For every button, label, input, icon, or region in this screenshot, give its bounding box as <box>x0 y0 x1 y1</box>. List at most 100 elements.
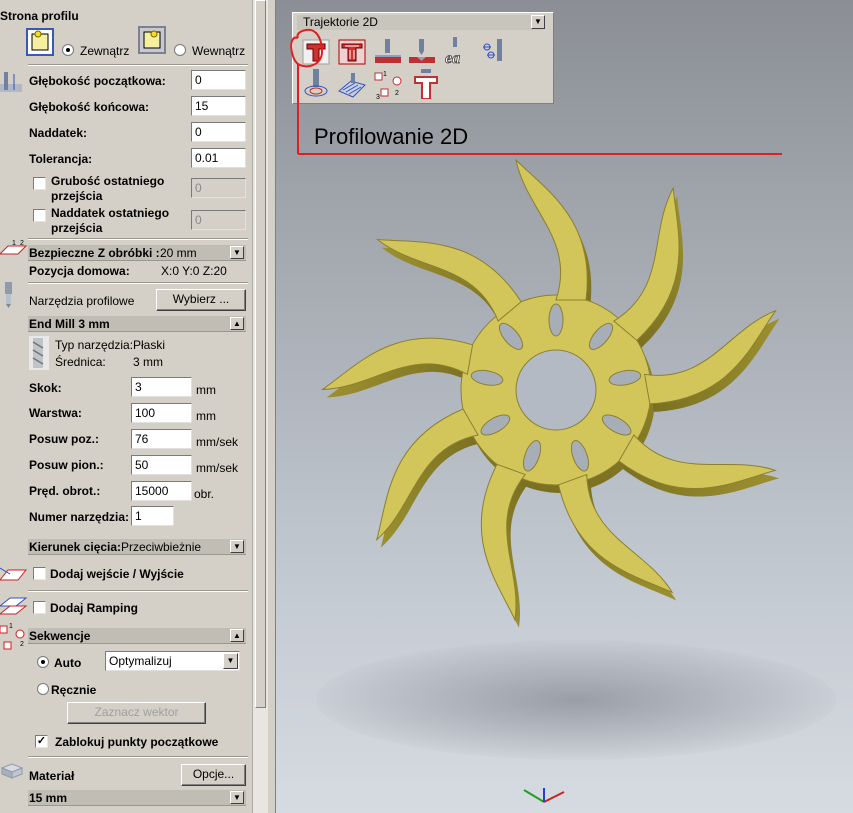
last-pass-thickness-input[interactable]: 0 <box>191 178 246 198</box>
feed-rate-input[interactable]: 76 <box>131 429 192 449</box>
divider <box>28 238 248 240</box>
lead-in-checkbox[interactable] <box>33 567 46 580</box>
splitter[interactable] <box>268 0 276 813</box>
home-position-value: X:0 Y:0 Z:20 <box>161 264 227 278</box>
tolerance-label: Tolerancja: <box>29 152 93 166</box>
profile-tools-label: Narzędzia profilowe <box>29 294 135 308</box>
stepdown-unit: mm <box>196 409 216 423</box>
stepdown-input[interactable]: 100 <box>131 403 192 423</box>
svg-text:1: 1 <box>12 240 16 247</box>
last-pass-allowance-label-1: Naddatek ostatniego <box>51 206 170 220</box>
material-icon <box>0 763 24 779</box>
sequence-manual-label: Ręcznie <box>51 683 97 697</box>
safe-z-label: Bezpieczne Z obróbki : <box>29 246 160 260</box>
mark-vector-button[interactable]: Zaznacz wektor <box>67 702 206 724</box>
radio-inside-label: Wewnątrz <box>192 44 246 58</box>
divider <box>28 64 248 66</box>
lead-in-icon <box>0 567 28 581</box>
scrollbar-thumb[interactable] <box>255 0 266 708</box>
lock-start-label: Zablokuj punkty początkowe <box>55 735 219 749</box>
last-pass-thickness-checkbox[interactable] <box>33 177 46 190</box>
last-pass-allowance-input[interactable]: 0 <box>191 210 246 230</box>
allowance-input[interactable]: 0 <box>191 122 246 142</box>
spindle-speed-unit: obr. <box>194 487 215 501</box>
sequence-title: Sekwencje <box>29 629 91 643</box>
tool-number-input[interactable]: 1 <box>131 506 174 526</box>
tool-diameter-value: 3 mm <box>133 355 163 369</box>
material-value: 15 mm <box>29 791 68 805</box>
last-pass-allowance-label-2: przejścia <box>51 221 103 235</box>
stepover-label: Skok: <box>29 381 62 395</box>
tolerance-input[interactable]: 0.01 <box>191 148 246 168</box>
svg-text:2: 2 <box>20 240 24 247</box>
allowance-label: Naddatek: <box>29 126 88 140</box>
inside-profile-icon[interactable] <box>138 26 166 54</box>
plunge-rate-label: Posuw pion.: <box>29 458 104 472</box>
last-pass-thickness-label-1: Grubość ostatniego <box>51 174 165 188</box>
home-position-label: Pozycja domowa: <box>29 264 130 278</box>
lock-start-checkbox[interactable]: ✓ <box>35 735 48 748</box>
material-label: Materiał <box>29 769 75 783</box>
material-options-button[interactable]: Opcje... <box>181 764 246 786</box>
panel-scrollbar[interactable] <box>252 0 268 813</box>
spindle-speed-input[interactable]: 15000 <box>131 481 192 501</box>
last-pass-allowance-checkbox[interactable] <box>33 209 46 222</box>
radio-inside[interactable] <box>174 44 186 56</box>
tool-type-value: Płaski <box>133 338 166 352</box>
safe-z-icon: 1 2 <box>0 240 28 255</box>
sequence-header[interactable]: Sekwencje ▲ <box>28 628 246 644</box>
plunge-rate-input[interactable]: 50 <box>131 455 192 475</box>
divider <box>28 756 248 758</box>
ramping-checkbox[interactable] <box>33 601 46 614</box>
divider <box>28 282 248 284</box>
safe-z-bar[interactable]: Bezpieczne Z obróbki : 20 mm ▼ <box>28 245 246 261</box>
chevron-down-icon[interactable]: ▼ <box>230 246 244 259</box>
chevron-down-icon[interactable]: ▼ <box>230 791 244 804</box>
sequence-auto-label: Auto <box>54 656 82 670</box>
material-bar[interactable]: 15 mm ▼ <box>28 790 246 806</box>
feed-rate-unit: mm/sek <box>196 435 238 449</box>
end-mill-icon <box>5 282 12 308</box>
annotation-text: Profilowanie 2D <box>314 124 469 149</box>
stepdown-label: Warstwa: <box>29 406 82 420</box>
sequence-mode-select[interactable]: Optymalizuj ▼ <box>105 651 240 671</box>
sequence-icon: 1 2 <box>0 623 25 650</box>
start-depth-label: Głębokość początkowa: <box>29 74 166 88</box>
cut-direction-bar[interactable]: Kierunek cięcia: Przeciwbieżnie ▼ <box>28 539 246 555</box>
end-depth-input[interactable]: 15 <box>191 96 246 116</box>
stepover-input[interactable]: 3 <box>131 377 192 397</box>
start-depth-input[interactable]: 0 <box>191 70 246 90</box>
feed-rate-label: Posuw poz.: <box>29 432 99 446</box>
axis-gizmo-icon <box>523 788 565 803</box>
plunge-rate-unit: mm/sek <box>196 461 238 475</box>
3d-viewport[interactable]: Trajektorie 2D ▼ ea 1 3 2 Profilowanie 2… <box>276 0 853 813</box>
radio-outside-label: Zewnątrz <box>80 44 130 58</box>
toolpath-settings-panel: Strona profilu Zewnątrz Wewnątrz Głęboko… <box>0 0 252 813</box>
profile-side-title: Strona profilu <box>0 9 79 23</box>
tool-name: End Mill 3 mm <box>29 317 110 331</box>
spindle-speed-label: Pręd. obrot.: <box>29 484 101 498</box>
svg-text:2: 2 <box>20 641 24 648</box>
chevron-down-icon[interactable]: ▼ <box>230 540 244 553</box>
stepover-unit: mm <box>196 383 216 397</box>
select-tool-button[interactable]: Wybierz ... <box>156 289 246 311</box>
depth-icon <box>0 72 22 92</box>
tool-type-label: Typ narzędzia: <box>55 338 134 352</box>
chevron-up-icon[interactable]: ▲ <box>230 317 244 330</box>
cut-direction-value: Przeciwbieżnie <box>121 540 202 554</box>
end-depth-label: Głębokość końcowa: <box>29 100 150 114</box>
sun-flame-model[interactable] <box>276 150 853 680</box>
sequence-auto-radio[interactable] <box>37 656 49 668</box>
radio-outside[interactable] <box>62 44 74 56</box>
tool-preview-icon <box>29 336 49 370</box>
svg-text:1: 1 <box>9 623 13 630</box>
lead-in-label: Dodaj wejście / Wyjście <box>50 567 184 581</box>
outside-profile-icon[interactable] <box>26 28 54 56</box>
sequence-mode-value: Optymalizuj <box>109 654 172 668</box>
tool-diameter-label: Średnica: <box>55 355 106 369</box>
sequence-manual-radio[interactable] <box>37 683 49 695</box>
chevron-up-icon[interactable]: ▲ <box>230 629 244 642</box>
tool-header[interactable]: End Mill 3 mm ▲ <box>28 316 246 332</box>
chevron-down-icon[interactable]: ▼ <box>223 653 238 669</box>
divider <box>28 590 248 592</box>
